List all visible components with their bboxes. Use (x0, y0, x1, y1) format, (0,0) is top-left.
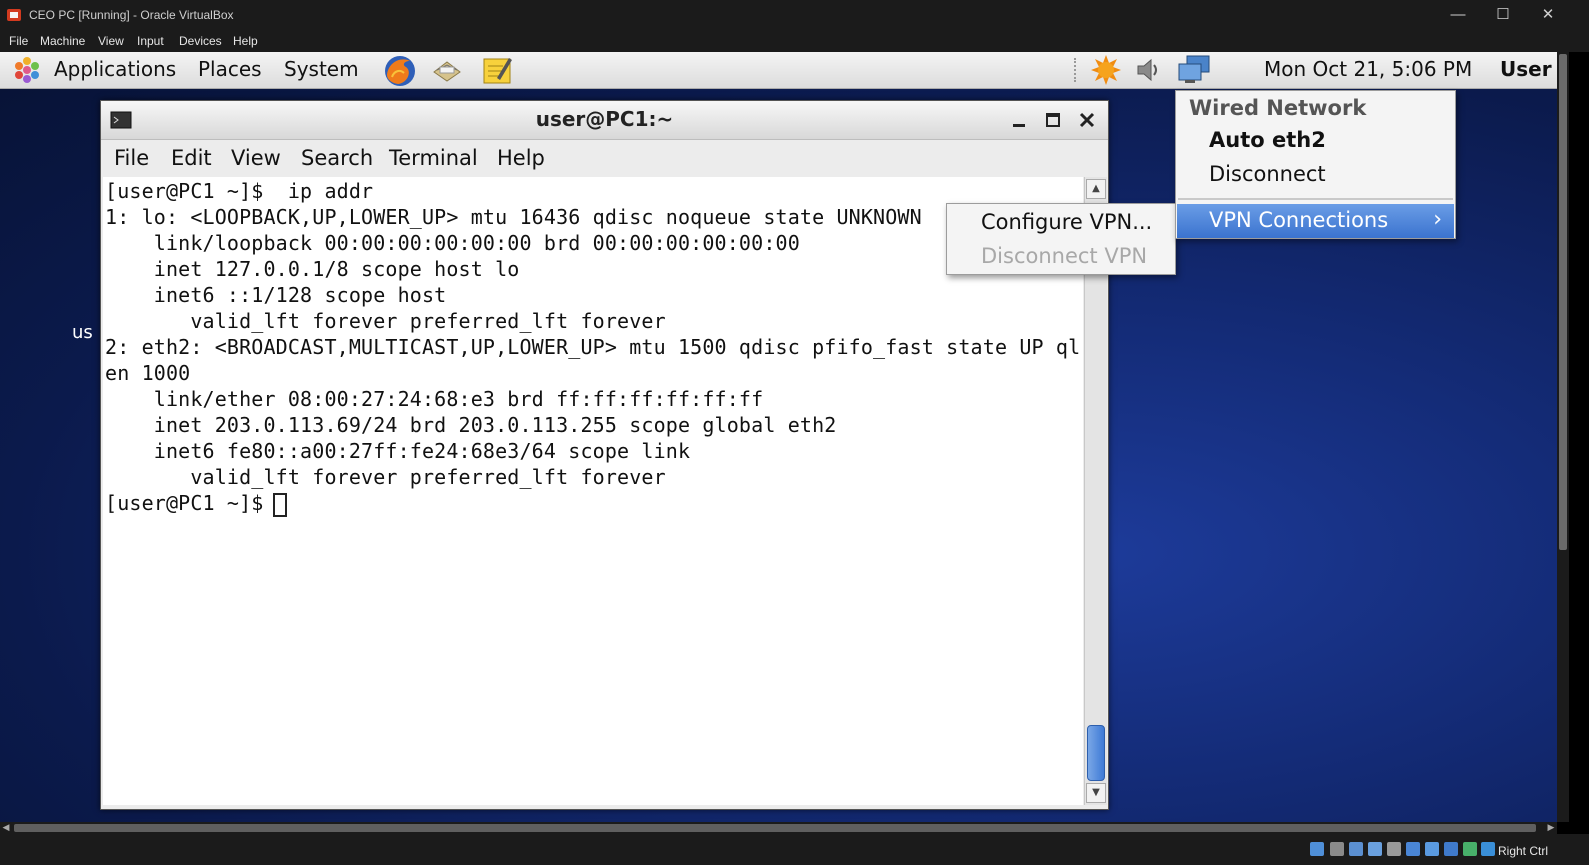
terminal-line: en 1000 (105, 361, 191, 385)
configure-vpn-item[interactable]: Configure VPN... (981, 210, 1152, 234)
terminal-line: 1: lo: <LOOPBACK,UP,LOWER_UP> mtu 16436 … (105, 205, 922, 229)
menu-file[interactable]: File (9, 34, 28, 48)
network-menu: Wired Network Auto eth2 Disconnect VPN C… (1175, 90, 1456, 239)
terminal-title: user@PC1:~ (535, 107, 674, 131)
auto-eth2-item[interactable]: Auto eth2 (1209, 128, 1326, 152)
chevron-right-icon: › (1433, 207, 1442, 232)
terminal-titlebar[interactable]: user@PC1:~ (101, 101, 1108, 140)
network-adapter-icon[interactable] (1368, 842, 1382, 856)
window-title: CEO PC [Running] - Oracle VirtualBox (29, 8, 234, 22)
terminal-line: inet 203.0.113.69/24 brd 203.0.113.255 s… (105, 413, 837, 437)
mail-client-icon[interactable] (431, 54, 463, 86)
terminal-close-button[interactable] (1075, 108, 1099, 132)
scrollbar-thumb[interactable] (1087, 725, 1105, 781)
virtualbox-menubar: File Machine View Input Devices Help (0, 30, 1589, 52)
host-horizontal-scrollbar[interactable]: ◀ ▶ (0, 822, 1557, 834)
terminal-cursor (273, 493, 287, 517)
host-right-edge (1569, 52, 1589, 822)
menu-devices[interactable]: Devices (179, 34, 222, 48)
virtualbox-app-icon (7, 9, 21, 21)
terminal-menu-view[interactable]: View (231, 146, 281, 170)
terminal-menu-help[interactable]: Help (497, 146, 545, 170)
disconnect-item[interactable]: Disconnect (1209, 162, 1326, 186)
user-menu[interactable]: User (1500, 57, 1552, 81)
menu-help[interactable]: Help (233, 34, 258, 48)
gnome-foot-icon (15, 57, 39, 83)
text-editor-icon[interactable] (481, 54, 513, 86)
host-vertical-scrollbar-thumb[interactable] (1559, 54, 1567, 550)
terminal-output[interactable]: [user@PC1 ~]$ ip addr 1: lo: <LOOPBACK,U… (103, 177, 1083, 805)
terminal-minimize-button[interactable] (1007, 108, 1031, 132)
terminal-line: inet6 fe80::a00:27ff:fe24:68e3/64 scope … (105, 439, 691, 463)
terminal-menu-file[interactable]: File (114, 146, 149, 170)
terminal-maximize-button[interactable] (1041, 108, 1065, 132)
maximize-button[interactable]: ☐ (1489, 5, 1517, 25)
recording-icon[interactable] (1444, 842, 1458, 856)
vpn-submenu: Configure VPN... Disconnect VPN (946, 203, 1176, 275)
optical-drive-icon[interactable] (1330, 842, 1344, 856)
shared-folders-icon[interactable] (1406, 842, 1420, 856)
usb-icon[interactable] (1387, 842, 1401, 856)
guest-desktop: us Applications Places System Mon Oct 21… (0, 52, 1557, 822)
terminal-menu-search[interactable]: Search (301, 146, 373, 170)
terminal-line: inet 127.0.0.1/8 scope host lo (105, 257, 520, 281)
desktop-icon-label[interactable]: us (72, 322, 93, 343)
audio-icon[interactable] (1349, 842, 1363, 856)
terminal-line: valid_lft forever preferred_lft forever (105, 465, 666, 489)
terminal-line: inet6 ::1/128 scope host (105, 283, 447, 307)
terminal-menu-terminal[interactable]: Terminal (389, 146, 478, 170)
system-menu[interactable]: System (284, 57, 359, 81)
terminal-menubar: File Edit View Search Terminal Help (101, 140, 1108, 176)
menu-view[interactable]: View (98, 34, 124, 48)
virtualbox-titlebar: CEO PC [Running] - Oracle VirtualBox — ☐… (0, 0, 1589, 30)
virtualbox-statusbar: Right Ctrl (0, 834, 1589, 865)
terminal-line: [user@PC1 ~]$ ip addr (105, 179, 374, 203)
panel-handle[interactable] (1074, 58, 1082, 82)
wired-network-header: Wired Network (1189, 96, 1367, 120)
scroll-left-arrow-icon[interactable]: ◀ (0, 822, 12, 834)
terminal-menu-edit[interactable]: Edit (171, 146, 212, 170)
menu-input[interactable]: Input (137, 34, 164, 48)
scroll-down-arrow-icon[interactable]: ▼ (1086, 783, 1106, 803)
terminal-line: link/ether 08:00:27:24:68:e3 brd ff:ff:f… (105, 387, 764, 411)
places-menu[interactable]: Places (198, 57, 262, 81)
applications-menu[interactable]: Applications (54, 57, 176, 81)
display-icon[interactable] (1425, 842, 1439, 856)
disconnect-vpn-item: Disconnect VPN (981, 244, 1148, 268)
close-button[interactable]: ✕ (1534, 5, 1562, 25)
host-horizontal-scrollbar-thumb[interactable] (14, 824, 1536, 832)
volume-icon[interactable] (1133, 54, 1165, 86)
firefox-icon[interactable] (382, 53, 418, 89)
scroll-right-arrow-icon[interactable]: ▶ (1545, 822, 1557, 834)
cpu-virtualization-icon[interactable] (1463, 842, 1477, 856)
updates-alert-icon[interactable] (1090, 54, 1122, 86)
host-key-label: Right Ctrl (1498, 844, 1549, 858)
gnome-panel: Applications Places System Mon Oct 21, 5… (0, 52, 1557, 89)
host-vertical-scrollbar[interactable] (1557, 52, 1569, 822)
vpn-connections-label: VPN Connections (1209, 208, 1389, 232)
mouse-integration-icon[interactable] (1481, 842, 1495, 856)
terminal-prompt: [user@PC1 ~]$ (105, 491, 276, 515)
vpn-connections-item[interactable]: VPN Connections › (1177, 204, 1454, 238)
terminal-line: 2: eth2: <BROADCAST,MULTICAST,UP,LOWER_U… (105, 335, 1081, 359)
panel-clock[interactable]: Mon Oct 21, 5:06 PM (1264, 57, 1472, 81)
terminal-line: link/loopback 00:00:00:00:00:00 brd 00:0… (105, 231, 800, 255)
minimize-button[interactable]: — (1444, 5, 1472, 25)
scroll-up-arrow-icon[interactable]: ▲ (1086, 179, 1106, 199)
network-icon[interactable] (1177, 54, 1213, 86)
menu-separator (1178, 198, 1453, 200)
menu-machine[interactable]: Machine (40, 34, 85, 48)
harddisk-icon[interactable] (1310, 842, 1324, 856)
terminal-line: valid_lft forever preferred_lft forever (105, 309, 666, 333)
